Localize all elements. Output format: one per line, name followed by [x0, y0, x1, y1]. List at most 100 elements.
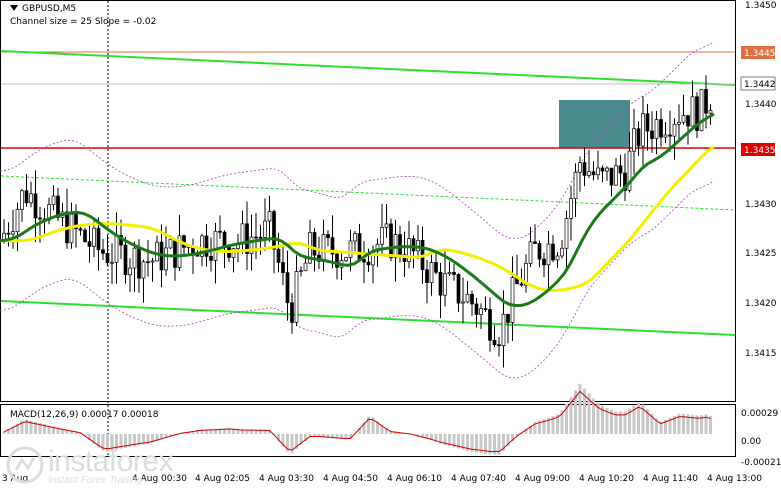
- candle-body: [537, 243, 542, 260]
- candle-body: [438, 271, 443, 296]
- candle-body: [254, 236, 258, 239]
- candle-body: [398, 234, 402, 256]
- channel-upper-line: [0, 50, 736, 86]
- dropdown-triangle-icon: [10, 5, 18, 11]
- candle-body: [659, 119, 663, 138]
- candle-body: [650, 130, 654, 139]
- candle-body: [218, 230, 222, 233]
- candle-body: [582, 162, 587, 176]
- indicator-label: Channel size = 25 Slope = -0.02: [10, 17, 157, 27]
- candle-body: [654, 119, 659, 139]
- candle-body: [263, 220, 267, 238]
- candle-body: [704, 88, 708, 114]
- candle-body: [618, 165, 623, 174]
- price-chart: 1.3450 1.3440 1.3430 1.3425 1.3420 1.341…: [0, 0, 781, 484]
- candle-body: [353, 233, 357, 242]
- time-tick: 4 Aug 09:00: [515, 474, 570, 484]
- candle-body: [411, 238, 416, 252]
- candle-body: [213, 230, 218, 261]
- candle-body: [209, 256, 213, 261]
- candle-body: [699, 88, 704, 131]
- candle-body: [479, 308, 483, 315]
- candle-body: [636, 128, 641, 147]
- candle-body: [141, 261, 146, 279]
- candle-body: [285, 272, 290, 304]
- candle-body: [366, 261, 371, 266]
- candle-body: [114, 235, 119, 263]
- price-tick: 1.3420: [745, 299, 777, 309]
- candle-body: [474, 303, 479, 315]
- candle-body: [686, 115, 690, 127]
- macd-tick: 0.00: [741, 437, 761, 447]
- candle-body: [519, 283, 524, 286]
- candle-body: [690, 96, 695, 127]
- time-tick: 4 Aug 13:00: [707, 474, 762, 484]
- candle-body: [452, 272, 456, 275]
- price-tick: 1.3415: [745, 349, 777, 359]
- candle-body: [591, 171, 596, 176]
- candle-body: [132, 247, 137, 269]
- candle-body: [33, 193, 38, 219]
- candle-body: [101, 249, 105, 254]
- candle-body: [15, 209, 20, 233]
- candle-body: [456, 274, 461, 304]
- candle-body: [384, 223, 389, 228]
- candle-body: [240, 223, 245, 244]
- candle-body: [11, 231, 15, 235]
- channel-lower-line: [0, 300, 736, 336]
- candle-body: [146, 261, 150, 264]
- candle-body: [344, 257, 348, 262]
- candle-body: [605, 167, 609, 172]
- candle-body: [573, 171, 578, 199]
- candle-body: [96, 227, 101, 251]
- candle-body: [294, 271, 299, 323]
- candle-body: [128, 267, 132, 276]
- candle-body: [492, 339, 497, 345]
- candle-body: [429, 262, 434, 283]
- candle-body: [609, 167, 614, 186]
- time-tick: 4 Aug 04:50: [323, 474, 378, 484]
- macd-signal-line: [3, 390, 711, 452]
- price-tick: 1.3425: [745, 249, 777, 259]
- candle-body: [497, 344, 501, 347]
- candle-body: [533, 241, 537, 244]
- candle-body: [587, 171, 591, 176]
- candle-body: [6, 232, 11, 235]
- candle-body: [483, 308, 488, 311]
- candle-body: [137, 247, 141, 279]
- candle-body: [326, 234, 330, 238]
- watermark-brand: instaforex: [48, 445, 174, 478]
- candle-body: [222, 231, 227, 247]
- candle-body: [312, 232, 317, 256]
- candle-body: [290, 302, 294, 323]
- candle-body: [555, 255, 560, 261]
- macd-label: MACD(12,26,9) 0.00017 0.00018: [10, 410, 159, 420]
- candle-body: [272, 211, 276, 250]
- candle-body: [470, 293, 474, 305]
- candle-body: [443, 273, 447, 296]
- candle-body: [24, 190, 29, 204]
- candle-body: [258, 236, 263, 239]
- candle-body: [299, 270, 303, 272]
- watermark-tagline: Instant Forex Trading: [48, 475, 143, 486]
- candle-body: [425, 269, 429, 283]
- candle-body: [321, 234, 326, 262]
- candle-body: [614, 165, 618, 186]
- candle-body: [380, 227, 384, 245]
- highlight-zone: [559, 100, 630, 148]
- time-tick: 4 Aug 03:30: [259, 474, 314, 484]
- time-tick: 4 Aug 02:05: [195, 474, 250, 484]
- candle-body: [362, 259, 366, 263]
- candle-body: [560, 247, 564, 257]
- candle-body: [488, 309, 492, 341]
- candle-body: [546, 243, 551, 266]
- candle-body: [92, 227, 96, 247]
- chart-header: GBPUSD,M5 Channel size = 25 Slope = -0.0…: [10, 3, 156, 29]
- candle-body: [708, 110, 713, 114]
- candle-body: [447, 272, 452, 275]
- candle-body: [267, 211, 272, 222]
- band-lower-line: [0, 180, 715, 379]
- macd-tick: 0.00029: [741, 409, 778, 419]
- price-tick: 1.3440: [745, 100, 777, 110]
- candle-body: [434, 262, 438, 273]
